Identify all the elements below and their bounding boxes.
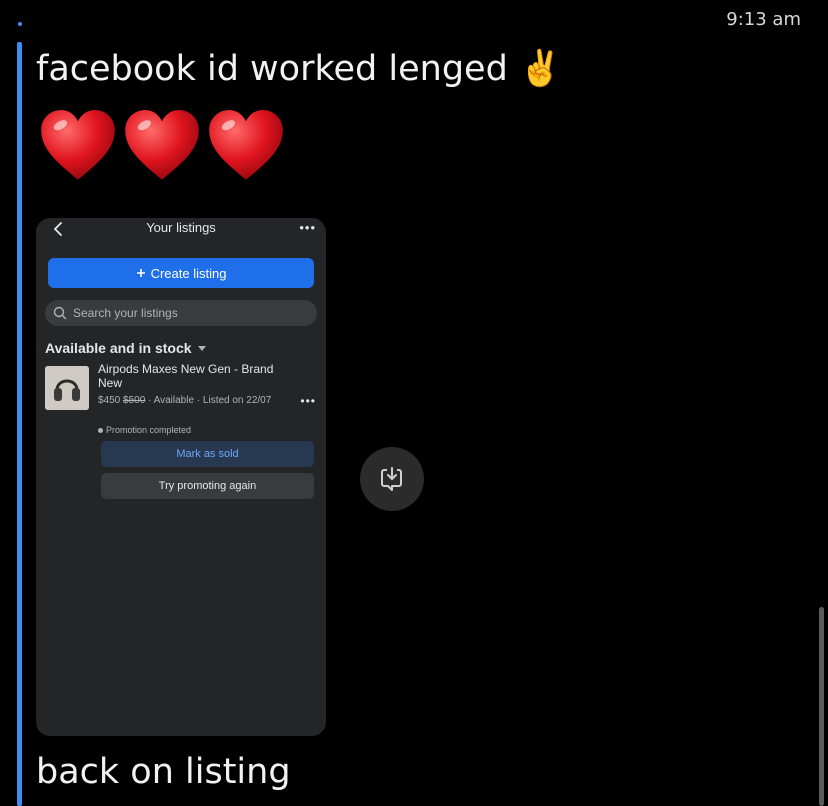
search-listings: Search your listings bbox=[45, 300, 317, 326]
listing-price: $450 bbox=[98, 395, 121, 406]
heart-icon bbox=[209, 110, 283, 180]
section-title: Available and in stock bbox=[45, 340, 206, 356]
save-image-icon bbox=[381, 467, 402, 491]
more-icon: ••• bbox=[299, 220, 316, 235]
unread-dot bbox=[18, 22, 22, 26]
headphones-icon bbox=[45, 366, 89, 410]
promotion-status: Promotion completed bbox=[98, 425, 191, 435]
mark-as-sold-button: Mark as sold bbox=[101, 441, 314, 467]
heart-icon bbox=[125, 110, 199, 180]
listing-meta: $450 $500 · Available · Listed on 22/07 bbox=[98, 394, 278, 408]
message-text-1: facebook id worked lenged ✌️ bbox=[36, 49, 563, 89]
plus-icon bbox=[136, 269, 145, 277]
screenshot-header: Your listings ••• bbox=[36, 218, 326, 240]
listing-more-icon: ••• bbox=[300, 394, 316, 408]
heart-emoji-row bbox=[38, 106, 286, 186]
listing-old-price: $500 bbox=[123, 395, 146, 406]
caret-down-icon bbox=[197, 345, 206, 351]
search-placeholder: Search your listings bbox=[73, 306, 178, 320]
create-listing-button: Create listing bbox=[48, 258, 314, 288]
heart-icon bbox=[41, 110, 115, 180]
shared-screenshot[interactable]: Your listings ••• Create listing Search … bbox=[36, 218, 326, 736]
listing-title: Airpods Maxes New Gen - Brand New bbox=[98, 362, 274, 390]
listing-status: · Available · Listed on 22/07 bbox=[148, 395, 272, 406]
create-listing-label: Create listing bbox=[150, 265, 227, 281]
screenshot-title: Your listings bbox=[146, 220, 216, 235]
listing-thumbnail bbox=[45, 366, 89, 410]
save-image-button[interactable] bbox=[360, 447, 424, 511]
message-time: 9:13 am bbox=[726, 9, 801, 30]
section-title-text: Available and in stock bbox=[45, 340, 192, 356]
search-icon bbox=[53, 306, 67, 320]
message-thread-bar bbox=[17, 42, 22, 806]
promotion-text: Promotion completed bbox=[106, 425, 192, 435]
promotion-dot bbox=[98, 427, 103, 433]
scrollbar-thumb[interactable] bbox=[819, 607, 824, 806]
message-text-2: back on listing bbox=[36, 752, 291, 792]
try-promoting-again-button: Try promoting again bbox=[101, 473, 314, 499]
